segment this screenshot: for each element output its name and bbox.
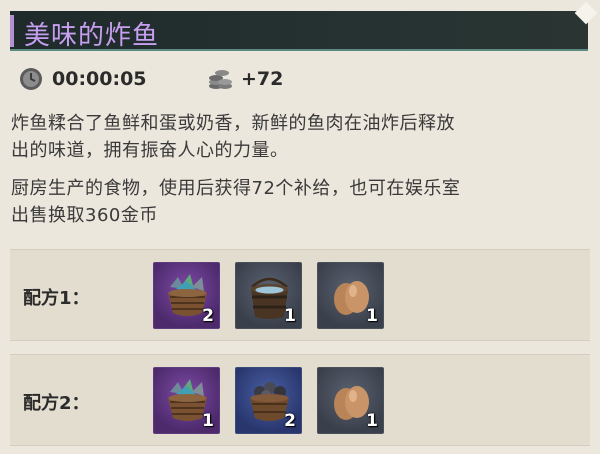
description-line-1: 炸鱼糅合了鱼鲜和蛋或奶香，新鲜的鱼肉在油炸后释放 <box>11 113 455 134</box>
item-title-bar: 美味的炸鱼 <box>10 1 598 51</box>
item-title: 美味的炸鱼 <box>24 21 160 51</box>
description-line-3: 厨房生产的食物，使用后获得72个补给，也可在娱乐室 <box>11 178 461 199</box>
ingredient-slot[interactable]: 1 <box>317 367 384 434</box>
ingredient-slot[interactable]: 2 <box>153 262 220 329</box>
ingredient-slot[interactable]: 2 <box>235 367 302 434</box>
recipe-2: 配方2： 1 2 1 <box>10 354 590 446</box>
ingredient-count: 2 <box>284 411 296 431</box>
supply-value: +72 <box>241 68 284 90</box>
clock-icon <box>18 66 44 92</box>
recipe-label: 配方2： <box>23 393 90 414</box>
ingredient-slot[interactable]: 1 <box>317 262 384 329</box>
ingredient-count: 1 <box>202 411 214 431</box>
ingredient-count: 2 <box>202 306 214 326</box>
recipe-1: 配方1： 2 1 1 <box>10 249 590 341</box>
ingredient-count: 1 <box>284 306 296 326</box>
time-value: 00:00:05 <box>52 68 147 90</box>
ingredient-slot[interactable]: 1 <box>153 367 220 434</box>
recipe-label: 配方1： <box>23 288 90 309</box>
description-line-2: 出的味道，拥有振奋人心的力量。 <box>11 140 289 161</box>
ingredient-count: 1 <box>366 306 378 326</box>
coin-stack-icon <box>207 66 233 92</box>
corner-notch <box>574 1 598 25</box>
ingredient-slot[interactable]: 1 <box>235 262 302 329</box>
title-accent <box>10 15 14 47</box>
ingredient-count: 1 <box>366 411 378 431</box>
time-stat: 00:00:05 <box>18 66 147 92</box>
supply-stat: +72 <box>207 66 283 92</box>
description-line-4: 出售换取360金币 <box>11 205 158 226</box>
